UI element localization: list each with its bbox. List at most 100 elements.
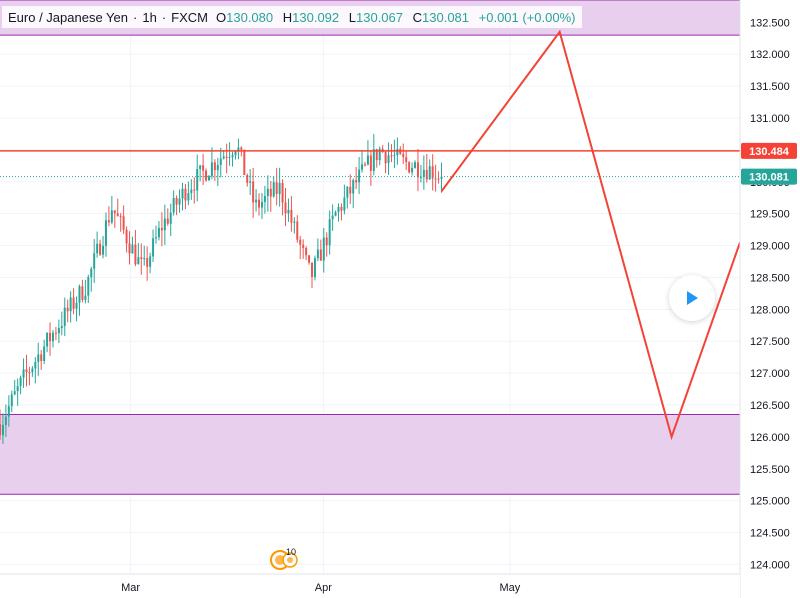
time-tick-label: Apr xyxy=(315,582,332,594)
candle-body xyxy=(131,244,134,254)
candle-body xyxy=(278,182,281,195)
candle-body xyxy=(355,180,358,183)
price-tick-label: 127.000 xyxy=(750,368,790,380)
candle-body xyxy=(296,221,299,240)
candle-body xyxy=(81,286,84,300)
price-tick-label: 127.500 xyxy=(750,336,790,348)
candle-body xyxy=(216,165,219,171)
events-marker[interactable]: 10 xyxy=(268,547,312,573)
candle-body xyxy=(210,162,213,177)
candle-body xyxy=(110,210,113,223)
candle-body xyxy=(260,202,263,208)
candle-body xyxy=(222,156,225,159)
candle-body xyxy=(119,216,122,218)
candle-body xyxy=(49,332,52,342)
candle-body xyxy=(366,155,369,165)
candle-body xyxy=(269,188,272,197)
candle-body xyxy=(1,424,4,436)
candle-body xyxy=(352,180,355,194)
candle-body xyxy=(313,258,316,277)
candle-body xyxy=(113,210,116,214)
candle-body xyxy=(31,368,34,373)
candle-body xyxy=(337,206,340,213)
candle-body xyxy=(258,199,261,208)
candle-body xyxy=(116,213,119,217)
candle-body xyxy=(384,152,387,164)
candle-body xyxy=(207,176,210,181)
candle-body xyxy=(75,302,78,309)
candle-body xyxy=(181,188,184,199)
candle-body xyxy=(422,169,425,178)
candle-body xyxy=(328,219,331,246)
low-label: L xyxy=(348,9,356,25)
candle-body xyxy=(331,215,334,220)
candle-body xyxy=(122,216,125,230)
candle-body xyxy=(213,162,216,171)
candle-body xyxy=(234,151,237,156)
candle-body xyxy=(96,243,99,254)
candle-body xyxy=(308,255,311,263)
candle-body xyxy=(228,156,231,158)
candle-body xyxy=(178,198,181,205)
price-tick-label: 125.500 xyxy=(750,464,790,476)
candle-body xyxy=(93,253,96,269)
candle-body xyxy=(249,181,252,183)
projection-line xyxy=(440,29,741,441)
candle-body xyxy=(284,202,287,214)
candle-body xyxy=(343,197,346,211)
candle-body xyxy=(51,332,54,342)
go-to-realtime-button[interactable] xyxy=(669,275,715,321)
candle-body xyxy=(408,162,411,173)
candle-body xyxy=(72,297,75,309)
candle-body xyxy=(134,244,137,265)
candle-body xyxy=(199,165,202,170)
candle-body xyxy=(349,186,352,194)
candle-body xyxy=(390,155,393,157)
candle-body xyxy=(140,257,143,259)
candle-body xyxy=(160,227,163,231)
candle-body xyxy=(419,177,422,179)
close-value: 130.081 xyxy=(422,9,470,25)
candle-body xyxy=(325,237,328,246)
candle-body xyxy=(252,181,255,203)
candle-body xyxy=(146,258,149,267)
candle-body xyxy=(346,186,349,198)
candle-body xyxy=(387,155,390,164)
time-axis[interactable]: Mar Apr May xyxy=(0,573,740,598)
candle-body xyxy=(40,354,43,362)
price-tick-label: 132.500 xyxy=(750,17,790,29)
candle-body xyxy=(302,244,305,248)
candle-body xyxy=(428,166,431,180)
candle-body xyxy=(193,189,196,191)
candle-body xyxy=(281,182,284,203)
candle-body xyxy=(166,218,169,224)
price-axis[interactable]: 124.000 124.500 125.000 125.500 126.000 126.5… xyxy=(739,0,800,598)
candle-body xyxy=(184,188,187,201)
candle-body xyxy=(425,169,428,180)
symbol-name[interactable]: Euro / Japanese Yen xyxy=(8,10,128,25)
price-tick-label: 126.500 xyxy=(750,400,790,412)
candle-body xyxy=(340,206,343,211)
candle-body xyxy=(358,169,361,183)
candle-body xyxy=(0,424,1,436)
candle-body xyxy=(13,391,16,395)
change-value: +0.001 (+0.00%) xyxy=(478,9,576,25)
candle-body xyxy=(363,164,366,166)
interval[interactable]: 1h xyxy=(142,10,156,25)
candle-body xyxy=(149,256,152,267)
low-value: 130.067 xyxy=(356,9,403,25)
candle-body xyxy=(34,361,37,369)
legend-separator: · xyxy=(133,9,138,25)
price-tick-label: 124.500 xyxy=(750,528,790,540)
candle-body xyxy=(46,332,49,347)
candle-body xyxy=(369,155,372,171)
candle-body xyxy=(305,247,308,256)
candle-body xyxy=(28,372,31,374)
candle-body xyxy=(7,406,10,417)
candle-body xyxy=(107,220,110,223)
candle-body xyxy=(361,164,364,170)
data-source: FXCM xyxy=(171,9,208,25)
candle-body xyxy=(163,218,166,231)
candle-body xyxy=(266,188,269,196)
candle-body xyxy=(255,199,258,203)
